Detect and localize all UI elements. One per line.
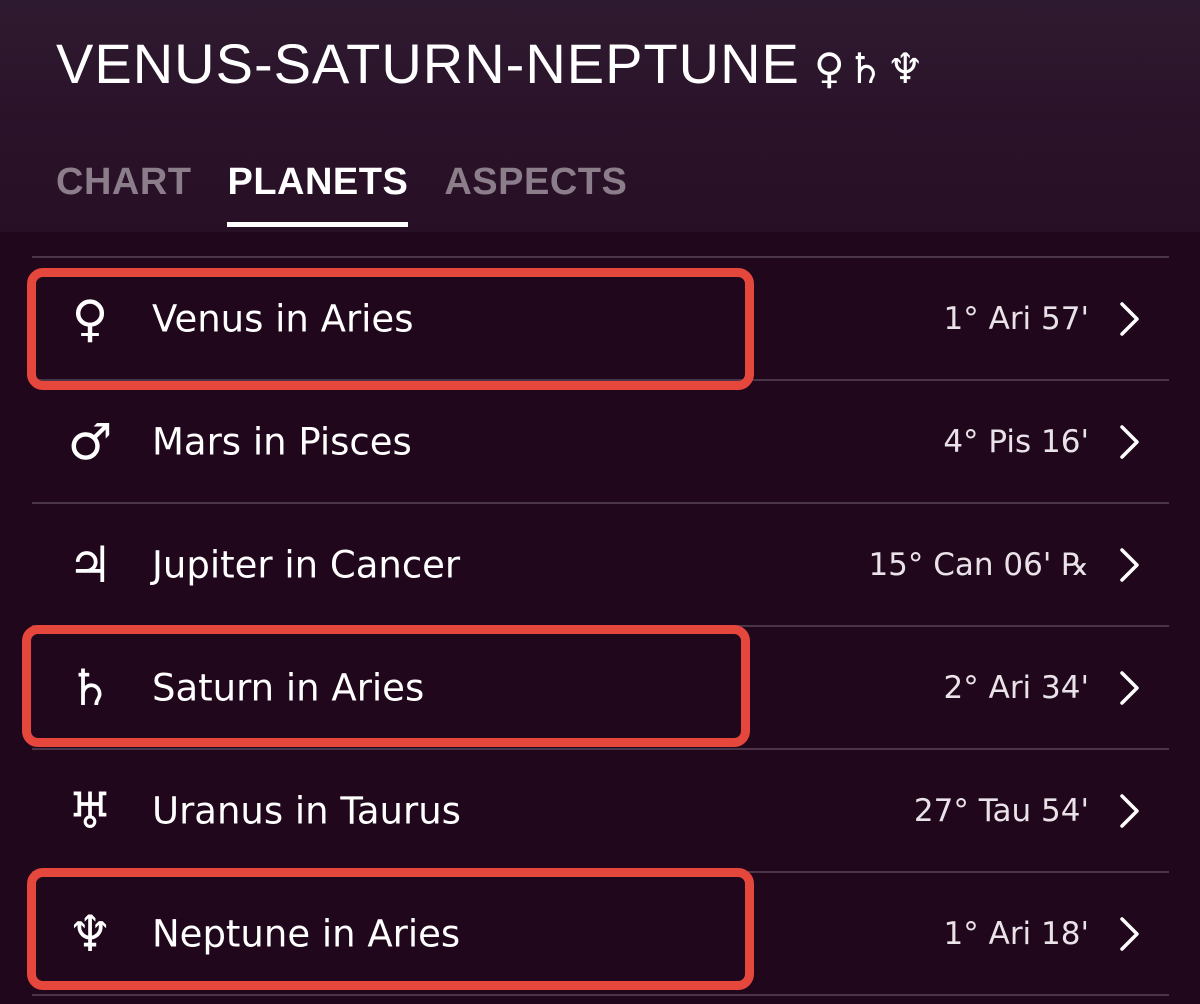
planet-label: Uranus in Taurus [152,789,461,832]
jupiter-icon: ♃ [67,535,113,594]
neptune-icon: ♆ [67,904,113,963]
page-title-text: VENUS-SATURN-NEPTUNE [56,32,800,95]
uranus-icon: ♅ [67,781,113,840]
planet-label: Mars in Pisces [152,420,412,463]
mars-icon: ♂ [67,412,113,471]
planet-position: 27° Tau 54' [913,792,1089,829]
planet-label: Jupiter in Cancer [152,543,461,586]
tab-planets[interactable]: PLANETS [227,156,409,232]
chevron-right-icon [1120,916,1139,951]
planet-label: Saturn in Aries [152,666,425,709]
planet-position: 1° Ari 57' [943,300,1089,337]
tab-chart[interactable]: CHART [56,156,191,232]
app-header: VENUS-SATURN-NEPTUNE ♀♄♆ CHART PLANETS AS… [0,0,1200,232]
saturn-icon: ♄ [67,658,113,717]
planet-row-saturn[interactable]: ♄ Saturn in Aries 2° Ari 34' [32,627,1169,750]
tab-bar: CHART PLANETS ASPECTS [56,156,627,232]
planet-glyphs-icon: ♀♄♆ [813,44,926,93]
planet-row-uranus[interactable]: ♅ Uranus in Taurus 27° Tau 54' [32,750,1169,873]
planet-position: 1° Ari 18' [943,915,1089,952]
chevron-right-icon [1120,301,1139,336]
planet-row-venus[interactable]: ♀ Venus in Aries 1° Ari 57' [32,258,1169,381]
planet-row-neptune[interactable]: ♆ Neptune in Aries 1° Ari 18' [32,873,1169,996]
chevron-right-icon [1120,793,1139,828]
planet-position: 15° Can 06' ℞ [868,546,1089,583]
planet-list: ♀ Venus in Aries 1° Ari 57' ♂ Mars in Pi… [32,256,1169,996]
planet-label: Venus in Aries [152,297,414,340]
chevron-right-icon [1120,424,1139,459]
chevron-right-icon [1120,547,1139,582]
chevron-right-icon [1120,670,1139,705]
planet-position: 2° Ari 34' [943,669,1089,706]
venus-icon: ♀ [71,289,109,348]
planet-label: Neptune in Aries [152,912,461,955]
tab-aspects[interactable]: ASPECTS [444,156,627,232]
planet-row-mars[interactable]: ♂ Mars in Pisces 4° Pis 16' [32,381,1169,504]
planet-position: 4° Pis 16' [943,423,1089,460]
planet-row-jupiter[interactable]: ♃ Jupiter in Cancer 15° Can 06' ℞ [32,504,1169,627]
page-title: VENUS-SATURN-NEPTUNE ♀♄♆ [56,28,926,100]
